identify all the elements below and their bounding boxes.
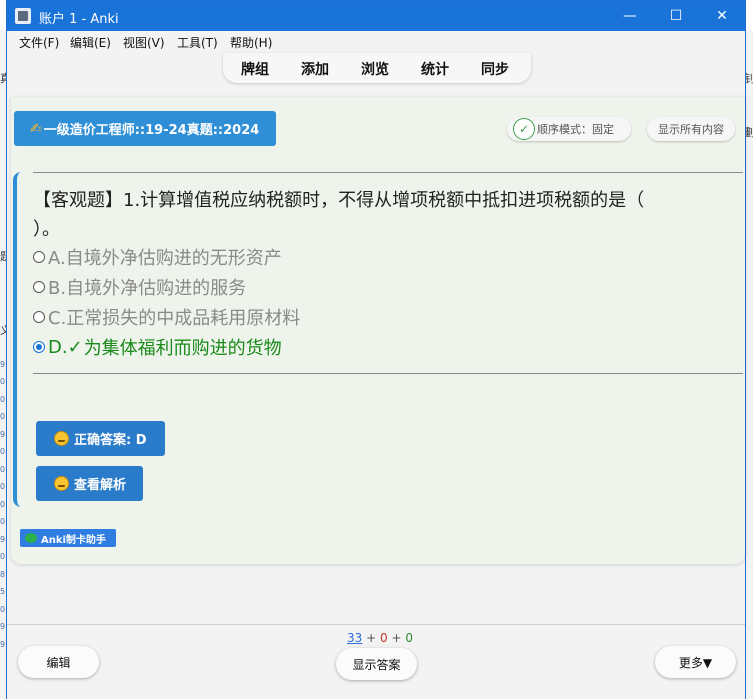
writing-hand-icon: ✍ (30, 120, 42, 137)
minimize-button[interactable]: — (607, 1, 653, 31)
card-panel: ✍ 一级造价工程师::19-24真题::2024 ✓ 顺序模式：固定 显示所有内… (11, 97, 745, 564)
anki-window: 账户 1 - Anki — ☐ ✕ 文件(F) 编辑(E) 视图(V) 工具(T… (6, 0, 746, 699)
background-number: 0 (0, 465, 6, 474)
correct-answer-label: 正确答案: D (74, 433, 147, 448)
option-label: C.正常损失的中成品耗用原材料 (48, 308, 301, 329)
menu-file[interactable]: 文件(F) (19, 34, 59, 51)
background-number: 5 (0, 587, 6, 596)
view-explanation-button[interactable]: 查看解析 (36, 466, 143, 501)
correct-answer-button[interactable]: 正确答案: D (36, 421, 165, 456)
deck-badge: ✍ 一级造价工程师::19-24真题::2024 (14, 111, 276, 146)
radio-button[interactable] (33, 251, 45, 263)
background-number: 0 (0, 500, 6, 509)
option-label: A.自境外净估购进的无形资产 (48, 248, 282, 269)
review-count: 0 (405, 631, 413, 645)
background-number: 0 (0, 517, 6, 526)
background-number: 0 (0, 377, 6, 386)
background-number: 0 (0, 605, 6, 614)
window-title: 账户 1 - Anki (39, 12, 119, 27)
background-number: 9 (0, 360, 6, 369)
divider (33, 172, 743, 173)
menu-edit[interactable]: 编辑(E) (70, 34, 111, 51)
option-label: B.自境外净估购进的服务 (48, 278, 247, 299)
divider (33, 373, 743, 374)
question-text: 【客观题】1.计算增值税应纳税额时，不得从增项税额中抵扣进项税额的是（ ）。 (33, 186, 733, 244)
toolbar-browse[interactable]: 浏览 (361, 59, 389, 79)
radio-button[interactable] (33, 311, 45, 323)
main-content: 牌组 添加 浏览 统计 同步 ✍ 一级造价工程师::19-24真题::2024 … (7, 53, 745, 624)
checkmark-icon: ✓ (67, 336, 83, 358)
radio-button[interactable] (33, 281, 45, 293)
anki-helper-badge[interactable]: Anki制卡助手 (20, 529, 116, 547)
question-line: ）。 (33, 219, 60, 240)
option-text: 为集体福利而购进的货物 (83, 338, 282, 359)
order-mode-pill[interactable]: ✓ 顺序模式：固定 (507, 117, 631, 141)
helper-label: Anki制卡助手 (41, 534, 106, 546)
anki-app-icon (15, 8, 31, 24)
background-number: 9 (0, 535, 6, 544)
option-label: D. (48, 336, 68, 358)
order-mode-label: 顺序模式：固定 (537, 123, 614, 136)
menu-bar: 文件(F) 编辑(E) 视图(V) 工具(T) 帮助(H) (7, 31, 745, 53)
learning-count: 0 (380, 631, 388, 645)
smirk-emoji-icon (54, 431, 69, 446)
deck-name: 一级造价工程师::19-24真题::2024 (43, 123, 260, 138)
view-explanation-label: 查看解析 (74, 478, 127, 493)
background-number: 0 (0, 395, 6, 404)
wechat-icon (25, 533, 37, 543)
edit-button[interactable]: 编辑 (18, 646, 99, 678)
background-number: 9 (0, 430, 6, 439)
close-button[interactable]: ✕ (699, 1, 745, 31)
menu-view[interactable]: 视图(V) (123, 34, 165, 51)
background-number: 0 (0, 482, 6, 491)
maximize-button[interactable]: ☐ (653, 1, 699, 31)
question-card: 【客观题】1.计算增值税应纳税额时，不得从增项税额中抵扣进项税额的是（ ）。 A… (13, 172, 743, 507)
background-number: 0 (0, 552, 6, 561)
menu-help[interactable]: 帮助(H) (230, 34, 272, 51)
background-number: 9 (0, 622, 6, 631)
option-b[interactable]: B.自境外净估购进的服务 (33, 274, 246, 300)
more-button[interactable]: 更多▼ (655, 646, 736, 678)
toolbar-add[interactable]: 添加 (301, 59, 329, 79)
radio-button-selected[interactable] (33, 341, 45, 353)
top-toolbar: 牌组 添加 浏览 统计 同步 (223, 53, 531, 83)
background-number: 0 (0, 412, 6, 421)
option-a[interactable]: A.自境外净估购进的无形资产 (33, 244, 282, 270)
option-c[interactable]: C.正常损失的中成品耗用原材料 (33, 304, 300, 330)
plus-sign: + (391, 631, 402, 645)
title-bar[interactable]: 账户 1 - Anki — ☐ ✕ (7, 1, 745, 31)
show-answer-button[interactable]: 显示答案 (336, 648, 417, 680)
bottom-bar: 33 + 0 + 0 编辑 显示答案 更多▼ (7, 624, 745, 699)
background-number: 8 (0, 570, 6, 579)
new-count: 33 (347, 631, 363, 645)
thinking-emoji-icon (54, 476, 69, 491)
question-line: 【客观题】1.计算增值税应纳税额时，不得从增项税额中抵扣进项税额的是（ (33, 190, 645, 211)
toolbar-stats[interactable]: 统计 (421, 59, 449, 79)
toolbar-sync[interactable]: 同步 (481, 59, 509, 79)
option-d[interactable]: D. ✓ 为集体福利而购进的货物 (33, 334, 282, 360)
menu-tools[interactable]: 工具(T) (177, 34, 218, 51)
background-number: 9 (0, 640, 6, 649)
plus-sign: + (366, 631, 377, 645)
background-number: 0 (0, 447, 6, 456)
toolbar-decks[interactable]: 牌组 (241, 59, 269, 79)
check-circle-icon: ✓ (513, 118, 535, 140)
due-counts: 33 + 0 + 0 (347, 631, 413, 645)
show-all-button[interactable]: 显示所有内容 (647, 117, 735, 141)
